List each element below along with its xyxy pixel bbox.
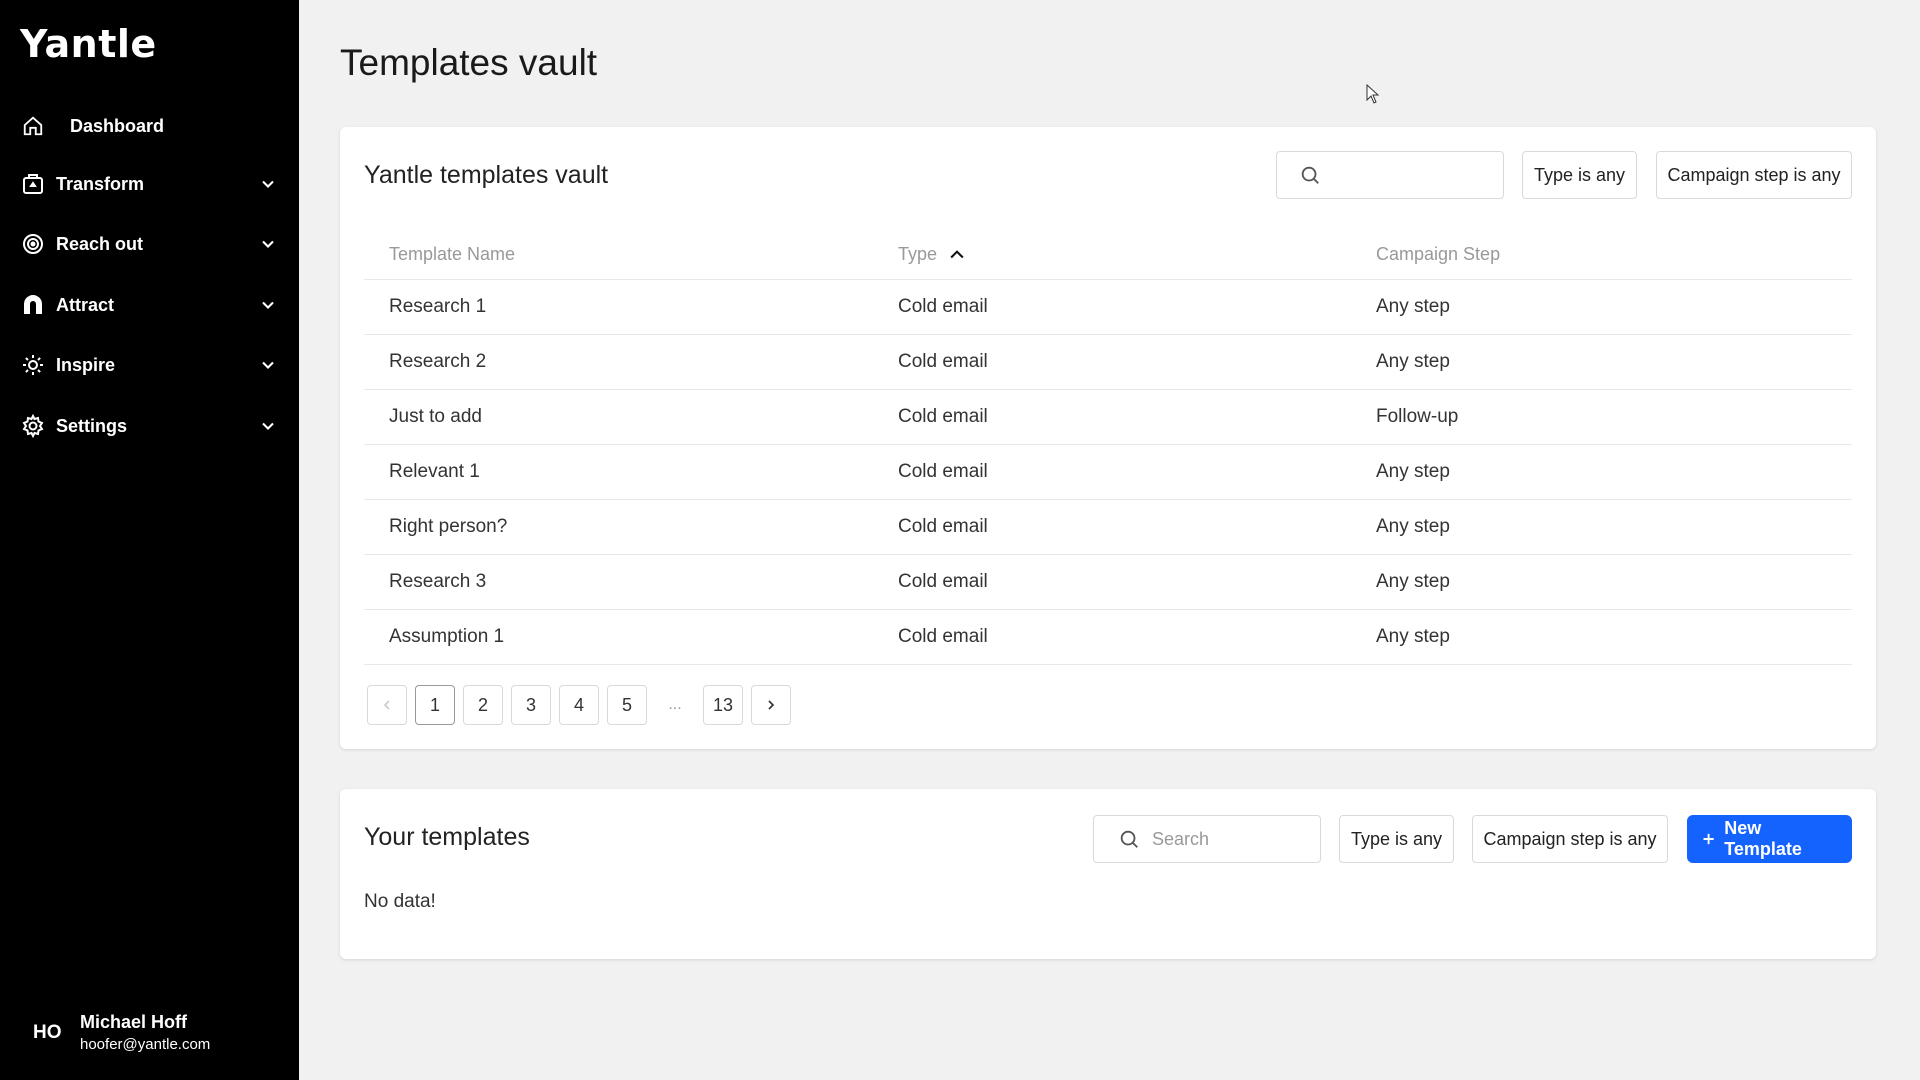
search-icon — [1120, 830, 1138, 848]
sidebar-item-reach-out[interactable]: Reach out — [20, 224, 278, 264]
your-templates-title: Your templates — [364, 823, 530, 851]
vault-type-filter[interactable]: Type is any — [1522, 151, 1637, 199]
your-templates-type-filter[interactable]: Type is any — [1339, 815, 1454, 863]
cell-template-name: Just to add — [389, 406, 482, 427]
sun-icon — [20, 352, 46, 378]
sidebar-item-label: Inspire — [56, 354, 116, 375]
cell-campaign-step: Any step — [1376, 626, 1450, 647]
cell-campaign-step: Any step — [1376, 571, 1450, 592]
cell-type: Cold email — [898, 406, 988, 427]
sidebar-item-settings[interactable]: Settings — [20, 406, 278, 446]
cell-campaign-step: Any step — [1376, 351, 1450, 372]
cell-campaign-step: Any step — [1376, 296, 1450, 317]
column-header-name[interactable]: Template Name — [389, 244, 515, 265]
pagination-page-3[interactable]: 3 — [511, 685, 551, 725]
cell-template-name: Assumption 1 — [389, 626, 505, 647]
cell-template-name: Research 1 — [389, 296, 487, 317]
chevron-left-icon — [383, 700, 390, 710]
pagination-prev-button[interactable] — [367, 685, 407, 725]
pagination-page-2[interactable]: 2 — [463, 685, 503, 725]
chevron-down-icon — [262, 301, 274, 309]
user-profile[interactable]: HO Michael Hoff hoofer@yantle.com — [0, 990, 299, 1080]
pagination-page-5[interactable]: 5 — [607, 685, 647, 725]
table-header: Template Name Type Campaign Step — [364, 228, 1852, 280]
sidebar-item-attract[interactable]: Attract — [20, 285, 278, 325]
vault-table: Template Name Type Campaign Step Researc… — [364, 228, 1852, 665]
pagination-page-1[interactable]: 1 — [415, 685, 455, 725]
cell-template-name: Relevant 1 — [389, 461, 480, 482]
table-row[interactable]: Assumption 1 Cold email Any step — [364, 610, 1852, 665]
sidebar-item-label: Dashboard — [70, 115, 165, 136]
table-row[interactable]: Research 2 Cold email Any step — [364, 335, 1852, 390]
sidebar-item-dashboard[interactable]: Dashboard — [20, 106, 278, 146]
cell-campaign-step: Any step — [1376, 516, 1450, 537]
user-name: Michael Hoff — [80, 1012, 188, 1032]
pagination: 1 2 3 4 5 ... 13 — [367, 685, 799, 725]
user-email: hoofer@yantle.com — [80, 1036, 211, 1053]
target-icon — [20, 231, 46, 257]
cell-type: Cold email — [898, 571, 988, 592]
table-row[interactable]: Right person? Cold email Any step — [364, 500, 1852, 555]
vault-search-input[interactable] — [1276, 151, 1504, 199]
pagination-page-last[interactable]: 13 — [703, 685, 743, 725]
vault-card: Yantle templates vault Type is any Campa… — [340, 127, 1876, 749]
empty-state-text: No data! — [364, 891, 436, 912]
sidebar-item-transform[interactable]: Transform — [20, 164, 278, 204]
sort-ascending-icon — [950, 249, 964, 258]
avatar: HO — [33, 1022, 62, 1043]
mouse-cursor-icon — [1366, 84, 1380, 104]
sidebar-item-label: Transform — [56, 173, 145, 194]
pagination-page-4[interactable]: 4 — [559, 685, 599, 725]
plus-icon — [1703, 833, 1714, 845]
briefcase-icon — [20, 171, 46, 197]
table-row[interactable]: Relevant 1 Cold email Any step — [364, 445, 1852, 500]
your-templates-search-input[interactable]: Search — [1093, 815, 1321, 863]
your-templates-step-filter[interactable]: Campaign step is any — [1472, 815, 1668, 863]
cell-campaign-step: Any step — [1376, 461, 1450, 482]
chevron-down-icon — [262, 240, 274, 248]
cell-campaign-step: Follow-up — [1376, 406, 1459, 427]
vault-title: Yantle templates vault — [364, 161, 609, 189]
new-template-label: New Template — [1724, 818, 1802, 859]
sidebar-item-label: Reach out — [56, 233, 144, 254]
your-templates-card: Your templates Search Type is any Campai… — [340, 789, 1876, 959]
search-icon — [1301, 166, 1319, 184]
cell-template-name: Research 2 — [389, 351, 487, 372]
cell-type: Cold email — [898, 516, 988, 537]
column-header-type[interactable]: Type — [898, 244, 967, 265]
cell-type: Cold email — [898, 351, 988, 372]
sidebar: Yantle Dashboard Transform Reach out Att… — [0, 0, 299, 1080]
cell-template-name: Research 3 — [389, 571, 487, 592]
sidebar-item-label: Settings — [56, 415, 128, 436]
sidebar-item-label: Attract — [56, 294, 115, 315]
home-icon — [20, 113, 46, 139]
magnet-icon — [20, 292, 46, 318]
pagination-ellipsis[interactable]: ... — [655, 685, 695, 725]
table-row[interactable]: Research 3 Cold email Any step — [364, 555, 1852, 610]
column-header-campaign-step[interactable]: Campaign Step — [1376, 244, 1500, 265]
cell-template-name: Right person? — [389, 516, 508, 537]
table-row[interactable]: Research 1 Cold email Any step — [364, 280, 1852, 335]
chevron-right-icon — [768, 700, 775, 710]
cell-type: Cold email — [898, 296, 988, 317]
search-placeholder: Search — [1152, 828, 1210, 849]
gear-icon — [20, 413, 46, 439]
chevron-down-icon — [262, 361, 274, 369]
app-logo[interactable]: Yantle — [20, 22, 157, 66]
pagination-next-button[interactable] — [751, 685, 791, 725]
cell-type: Cold email — [898, 461, 988, 482]
sidebar-item-inspire[interactable]: Inspire — [20, 345, 278, 385]
chevron-down-icon — [262, 422, 274, 430]
vault-step-filter[interactable]: Campaign step is any — [1656, 151, 1852, 199]
chevron-down-icon — [262, 180, 274, 188]
new-template-button[interactable]: New Template — [1687, 815, 1852, 863]
cell-type: Cold email — [898, 626, 988, 647]
page-title: Templates vault — [340, 42, 598, 83]
table-row[interactable]: Just to add Cold email Follow-up — [364, 390, 1852, 445]
